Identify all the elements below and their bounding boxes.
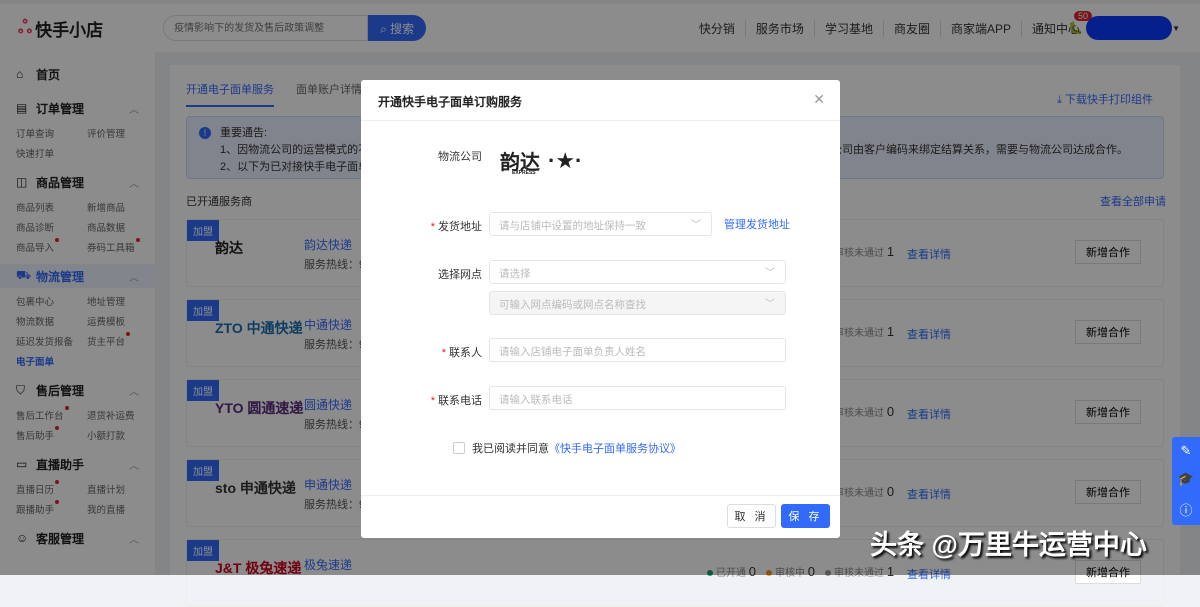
outlet-select[interactable]: 请选择 ﹀ — [489, 260, 786, 284]
contact-label: * 联系人 — [441, 347, 482, 359]
chevron-down-icon: ﹀ — [765, 268, 775, 279]
agreement-row: 我已阅读并同意 《快手电子面单服务协议》 — [453, 440, 681, 456]
modal-footer: 取 消 保 存 — [361, 495, 840, 538]
floating-toolbar: ✎ 🎓 ⓘ — [1172, 437, 1200, 525]
manage-address-link[interactable]: 管理发货地址 — [724, 216, 790, 232]
alert-icon[interactable]: ⓘ — [1179, 500, 1192, 519]
agree-text: 我已阅读并同意 — [472, 443, 549, 455]
agreement-link[interactable]: 《快手电子面单服务协议》 — [549, 440, 681, 456]
outlet-search-placeholder: 可输入网点编码或网点名称查找 — [499, 299, 646, 311]
contact-input[interactable]: 请输入店铺电子面单负责人姓名 — [489, 338, 786, 362]
outlet-search-select[interactable]: 可输入网点编码或网点名称查找 ﹀ — [489, 291, 786, 315]
modal-title: 开通快手电子面单订购服务 — [378, 95, 523, 109]
modal-header: 开通快手电子面单订购服务 ✕ — [361, 80, 840, 121]
watermark: 头条 @万里牛运营中心 — [870, 530, 1147, 560]
phone-input[interactable]: 请输入联系电话 — [489, 386, 786, 410]
yunda-smile-icon: ·★· — [548, 147, 583, 173]
yunda-logo: 韵达 EXPRESS ·★· — [500, 146, 583, 177]
outlet-label: 选择网点 — [438, 269, 482, 281]
address-label: * 发货地址 — [430, 221, 482, 233]
yunda-logo-sub: EXPRESS — [512, 170, 536, 176]
learn-icon[interactable]: 🎓 — [1178, 471, 1194, 487]
chevron-down-icon: ﹀ — [691, 220, 701, 231]
outlet-placeholder: 请选择 — [499, 268, 531, 280]
save-button[interactable]: 保 存 — [781, 504, 830, 528]
cancel-button[interactable]: 取 消 — [727, 504, 776, 528]
agree-checkbox[interactable] — [453, 442, 465, 454]
phone-placeholder: 请输入联系电话 — [499, 394, 573, 406]
contact-placeholder: 请输入店铺电子面单负责人姓名 — [499, 346, 646, 358]
address-placeholder: 请与店铺中设置的地址保持一致 — [499, 220, 646, 232]
contact-label-text: 联系人 — [449, 347, 482, 359]
edit-icon[interactable]: ✎ — [1181, 443, 1192, 459]
chevron-down-icon: ﹀ — [765, 299, 775, 310]
phone-label-text: 联系电话 — [438, 395, 482, 407]
address-select[interactable]: 请与店铺中设置的地址保持一致 ﹀ — [489, 212, 712, 236]
company-label: 物流公司 — [438, 151, 482, 163]
close-icon[interactable]: ✕ — [813, 91, 825, 108]
address-label-text: 发货地址 — [438, 221, 482, 233]
subscribe-modal: 开通快手电子面单订购服务 ✕ 物流公司 韵达 EXPRESS ·★· * 发货地址 请与… — [361, 80, 840, 538]
phone-label: * 联系电话 — [430, 395, 482, 407]
